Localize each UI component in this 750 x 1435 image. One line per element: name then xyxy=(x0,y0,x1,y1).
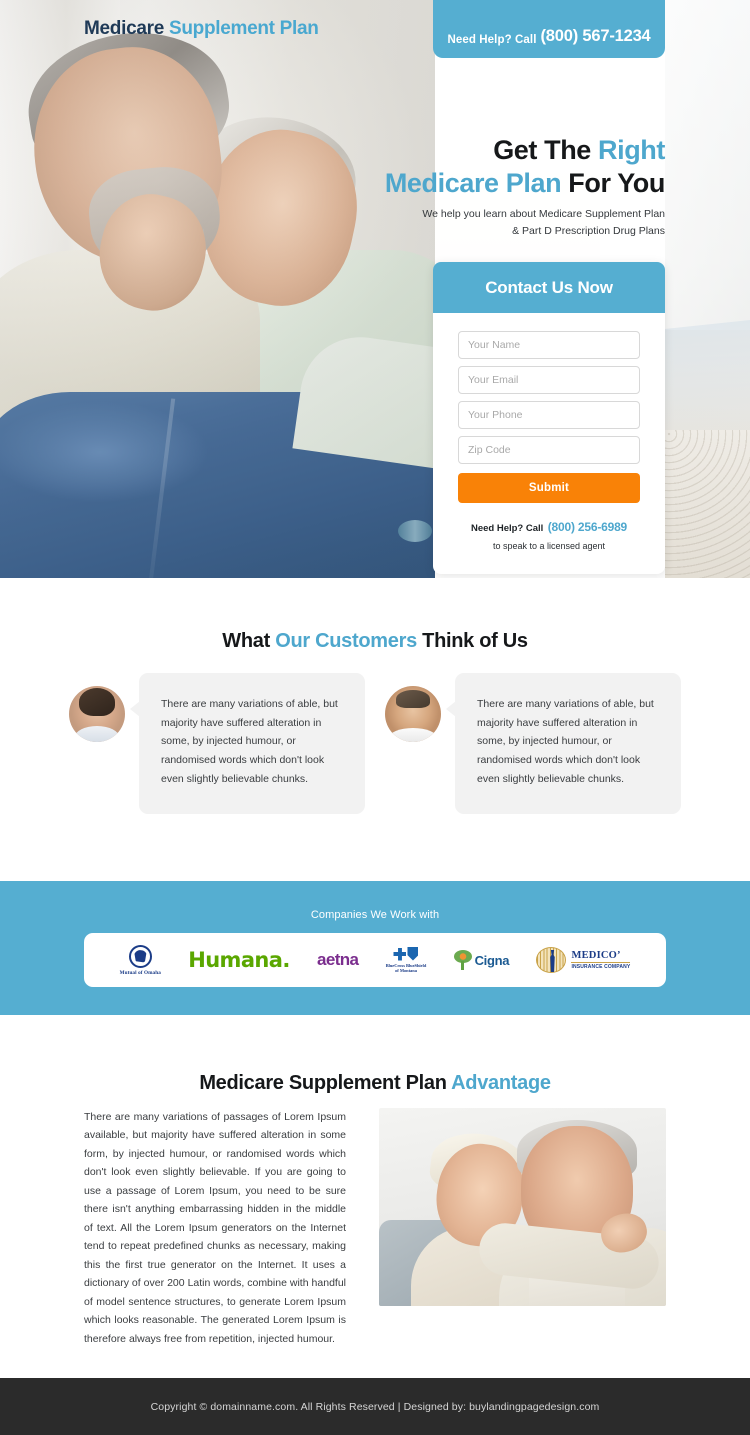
advantage-section: Medicare Supplement Plan Advantage There… xyxy=(0,1015,750,1378)
testimonial-quote: There are many variations of able, but m… xyxy=(130,673,365,815)
headline-part-1: Get The xyxy=(493,135,599,165)
advantage-title: Medicare Supplement Plan Advantage xyxy=(0,1015,750,1095)
cigna-label: Cigna xyxy=(474,952,510,968)
hero-section: Medicare Supplement Plan Need Help? Call… xyxy=(0,0,750,578)
headline-part-2: Right xyxy=(598,135,665,165)
testimonials-title-part-2: Think of Us xyxy=(416,630,528,652)
logo-text-secondary: Supplement Plan xyxy=(168,18,319,39)
phone-field[interactable] xyxy=(458,401,640,429)
hero-subtext-line-2: & Part D Prescription Drug Plans xyxy=(512,225,665,238)
advantage-content-row: There are many variations of passages of… xyxy=(84,1108,666,1348)
avatar xyxy=(385,686,441,742)
humana-logo[interactable]: Humana. xyxy=(188,948,290,972)
contact-form-card: Contact Us Now Submit Need Help? Call (8… xyxy=(433,262,665,574)
blue-cross-blue-shield-logo[interactable]: BlueCross BlueShield of Montana xyxy=(386,946,427,974)
contact-form-title: Contact Us Now xyxy=(433,262,665,313)
headline-part-4: For You xyxy=(568,167,665,198)
advantage-title-part-1: Medicare Supplement Plan xyxy=(199,1072,452,1094)
submit-button[interactable]: Submit xyxy=(458,473,640,503)
hero-subtext: We help you learn about Medicare Supplem… xyxy=(265,206,665,241)
form-help-label: Need Help? Call xyxy=(470,523,544,534)
headline-part-3: Medicare Plan xyxy=(384,167,569,198)
medico-sub-label: INSURANCE COMPANY xyxy=(571,961,631,970)
medico-lighthouse-icon xyxy=(536,947,567,973)
medico-logo[interactable]: MEDICO’ INSURANCE COMPANY xyxy=(536,947,631,973)
humana-label: Humana. xyxy=(188,948,290,972)
avatar xyxy=(69,686,125,742)
contact-form-body: Submit Need Help? Call (800) 256-6989 to… xyxy=(433,313,665,574)
mutual-of-omaha-logo[interactable]: Mutual of Omaha xyxy=(119,944,161,976)
testimonials-title-part-1: What xyxy=(222,630,276,652)
zip-code-field[interactable] xyxy=(458,436,640,464)
hero-subtext-line-1: We help you learn about Medicare Supplem… xyxy=(422,208,665,220)
blue-cross-name: BlueCross BlueShield xyxy=(385,962,427,968)
medico-label: MEDICO’ xyxy=(571,950,621,962)
page-title: Get The Right Medicare Plan For You xyxy=(265,134,666,200)
partner-logo-strip: Mutual of Omaha Humana. aetna BlueCross … xyxy=(84,933,666,987)
testimonials-list: There are many variations of able, but m… xyxy=(0,673,750,815)
page-footer: Copyright © domainname.com. All Rights R… xyxy=(0,1378,750,1435)
mutual-of-omaha-label: Mutual of Omaha xyxy=(119,969,161,976)
form-help-note: to speak to a licensed agent xyxy=(492,541,606,551)
logo-text-primary: Medicare xyxy=(84,18,164,39)
email-field[interactable] xyxy=(458,366,640,394)
mutual-of-omaha-icon xyxy=(128,944,152,968)
aetna-label: aetna xyxy=(317,950,359,969)
testimonial-quote: There are many variations of able, but m… xyxy=(446,673,681,815)
testimonials-section: What Our Customers Think of Us There are… xyxy=(0,578,750,881)
blue-cross-shield-icon xyxy=(393,946,419,961)
advantage-body-text: There are many variations of passages of… xyxy=(84,1111,346,1345)
testimonials-title: What Our Customers Think of Us xyxy=(0,578,750,653)
testimonial-item: There are many variations of able, but m… xyxy=(385,673,681,815)
name-field[interactable] xyxy=(458,331,640,359)
advantage-title-highlight: Advantage xyxy=(451,1072,551,1094)
hero-couple-photo xyxy=(0,0,435,578)
site-logo[interactable]: Medicare Supplement Plan xyxy=(84,18,319,40)
form-help-number[interactable]: (800) 256-6989 xyxy=(548,520,627,534)
blue-cross-sub: of Montana xyxy=(395,968,417,973)
advantage-photo xyxy=(379,1108,666,1306)
aetna-logo[interactable]: aetna xyxy=(317,950,359,970)
partners-title: Companies We Work with xyxy=(310,909,440,921)
blue-cross-label: BlueCross BlueShield of Montana xyxy=(386,963,427,974)
form-help-block: Need Help? Call (800) 256-6989 to speak … xyxy=(458,515,640,554)
testimonials-title-highlight: Our Customers xyxy=(275,630,417,652)
copyright-text: Copyright © domainname.com. All Rights R… xyxy=(150,1400,600,1413)
partners-section: Companies We Work with Mutual of Omaha H… xyxy=(0,881,750,1015)
header-help-label: Need Help? Call xyxy=(447,34,537,46)
header-help-phone[interactable]: Need Help? Call (800) 567-1234 xyxy=(433,0,665,58)
cigna-logo[interactable]: Cigna xyxy=(453,950,510,970)
testimonial-item: There are many variations of able, but m… xyxy=(69,673,365,815)
header-help-number: (800) 567-1234 xyxy=(540,27,651,45)
cigna-tree-icon xyxy=(453,950,472,970)
